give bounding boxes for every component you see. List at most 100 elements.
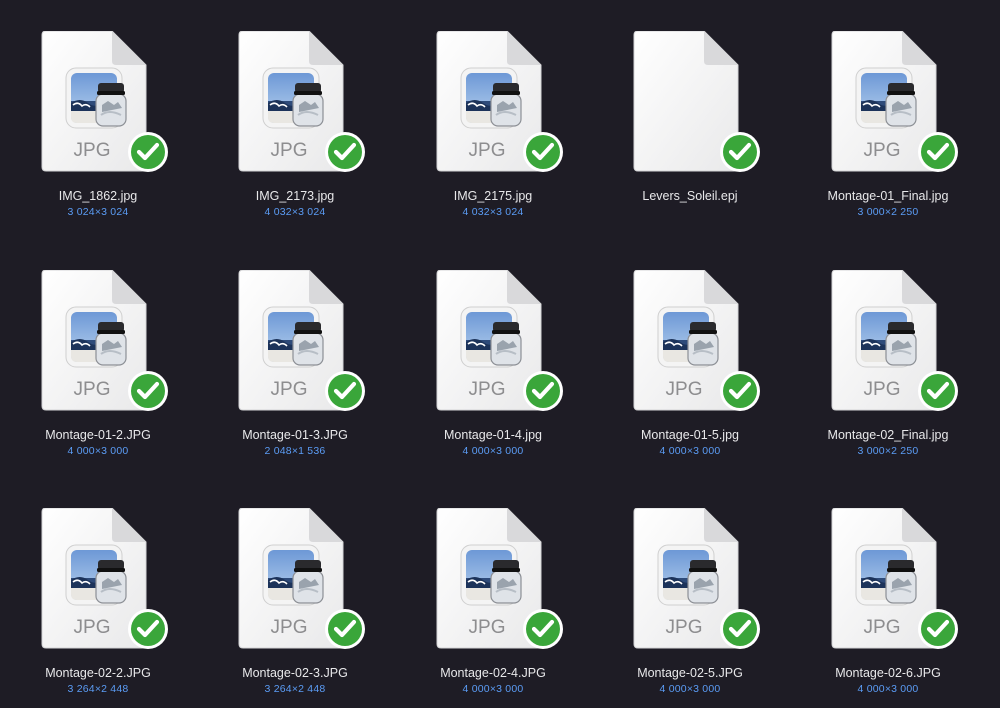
file-dimensions: 2 048×1 536 [264,445,326,457]
file-name[interactable]: IMG_2173.jpg [200,189,390,203]
preview-app-icon [657,544,719,606]
file-name[interactable]: Montage-02-5.JPG [595,666,785,680]
file-item[interactable]: JPG Montage-02-3.JPG 3 264×2 448 [200,507,390,708]
file-item[interactable]: JPG IMG_1862.jpg 3 024×3 024 [3,30,193,231]
preview-app-icon [65,544,127,606]
file-thumbnail[interactable] [632,30,764,173]
file-type-label: JPG [271,379,308,400]
file-thumbnail[interactable]: JPG [830,30,962,173]
file-thumbnail[interactable]: JPG [435,507,567,650]
magnifier-jar-icon [95,322,127,366]
file-type-label: JPG [271,617,308,638]
file-name[interactable]: Montage-01-2.JPG [3,428,193,442]
file-type-label: JPG [666,617,703,638]
file-item[interactable]: JPG Montage-01-4.jpg 4 000×3 000 [398,269,588,470]
file-name[interactable]: IMG_2175.jpg [398,189,588,203]
file-name[interactable]: Montage-02-2.JPG [3,666,193,680]
file-name[interactable]: Montage-02_Final.jpg [793,428,983,442]
file-thumbnail[interactable]: JPG [40,269,172,412]
file-thumbnail[interactable]: JPG [830,269,962,412]
file-name[interactable]: Montage-01_Final.jpg [793,189,983,203]
checkmark-badge-icon [918,609,958,649]
preview-app-icon [262,544,324,606]
file-item[interactable]: JPG Montage-02-4.JPG 4 000×3 000 [398,507,588,708]
file-item[interactable]: JPG Montage-01-2.JPG 4 000×3 000 [3,269,193,470]
file-item[interactable]: JPG Montage-01-3.JPG 2 048×1 536 [200,269,390,470]
file-type-label: JPG [74,617,111,638]
file-item[interactable]: JPG IMG_2175.jpg 4 032×3 024 [398,30,588,231]
file-dimensions: 3 024×3 024 [67,206,129,218]
file-thumbnail[interactable]: JPG [435,30,567,173]
file-item[interactable]: JPG Montage-01-5.jpg 4 000×3 000 [595,269,785,470]
file-name[interactable]: Montage-02-4.JPG [398,666,588,680]
magnifier-jar-icon [687,560,719,604]
preview-app-icon [657,306,719,368]
file-thumbnail[interactable]: JPG [237,269,369,412]
preview-app-icon [855,306,917,368]
file-type-label: JPG [864,617,901,638]
file-thumbnail[interactable]: JPG [40,507,172,650]
file-name[interactable]: Montage-02-3.JPG [200,666,390,680]
preview-app-icon [262,67,324,129]
file-item[interactable]: JPG IMG_2173.jpg 4 032×3 024 [200,30,390,231]
preview-app-icon [855,67,917,129]
magnifier-jar-icon [95,560,127,604]
file-type-label: JPG [74,379,111,400]
file-thumbnail[interactable]: JPG [830,507,962,650]
checkmark-badge-icon [523,371,563,411]
checkmark-badge-icon [128,609,168,649]
file-thumbnail[interactable]: JPG [237,30,369,173]
magnifier-jar-icon [490,322,522,366]
file-type-label: JPG [469,617,506,638]
checkmark-badge-icon [918,371,958,411]
checkmark-badge-icon [325,132,365,172]
preview-app-icon [460,306,522,368]
file-dimensions: 4 000×3 000 [659,445,721,457]
file-dimensions: 3 264×2 448 [67,683,129,695]
file-item[interactable]: JPG Montage-01_Final.jpg 3 000×2 250 [793,30,983,231]
file-type-label: JPG [864,140,901,161]
file-dimensions: 3 000×2 250 [857,206,919,218]
preview-app-icon [460,67,522,129]
file-name[interactable]: IMG_1862.jpg [3,189,193,203]
file-item[interactable]: JPG Montage-02_Final.jpg 3 000×2 250 [793,269,983,470]
checkmark-badge-icon [325,609,365,649]
file-thumbnail[interactable]: JPG [632,507,764,650]
file-name[interactable]: Levers_Soleil.epj [595,189,785,203]
preview-app-icon [65,67,127,129]
checkmark-badge-icon [325,371,365,411]
magnifier-jar-icon [687,322,719,366]
file-item[interactable]: JPG Montage-02-6.JPG 4 000×3 000 [793,507,983,708]
file-type-label: JPG [469,379,506,400]
checkmark-badge-icon [128,132,168,172]
magnifier-jar-icon [885,83,917,127]
preview-app-icon [65,306,127,368]
file-item[interactable]: JPG Montage-02-5.JPG 4 000×3 000 [595,507,785,708]
file-type-label: JPG [864,379,901,400]
file-type-label: JPG [469,140,506,161]
checkmark-badge-icon [918,132,958,172]
file-dimensions: 4 000×3 000 [659,683,721,695]
file-name[interactable]: Montage-01-3.JPG [200,428,390,442]
file-dimensions: 4 000×3 000 [67,445,129,457]
file-name[interactable]: Montage-01-4.jpg [398,428,588,442]
file-name[interactable]: Montage-02-6.JPG [793,666,983,680]
magnifier-jar-icon [885,560,917,604]
file-dimensions: 3 264×2 448 [264,683,326,695]
magnifier-jar-icon [95,83,127,127]
file-dimensions: 4 032×3 024 [462,206,524,218]
file-type-label: JPG [74,140,111,161]
magnifier-jar-icon [490,560,522,604]
file-thumbnail[interactable]: JPG [435,269,567,412]
file-name[interactable]: Montage-01-5.jpg [595,428,785,442]
file-dimensions: 4 000×3 000 [462,445,524,457]
file-dimensions: 4 032×3 024 [264,206,326,218]
file-thumbnail[interactable]: JPG [632,269,764,412]
preview-app-icon [855,544,917,606]
file-item[interactable]: Levers_Soleil.epj [595,30,785,231]
file-thumbnail[interactable]: JPG [237,507,369,650]
magnifier-jar-icon [292,322,324,366]
magnifier-jar-icon [885,322,917,366]
file-item[interactable]: JPG Montage-02-2.JPG 3 264×2 448 [3,507,193,708]
file-thumbnail[interactable]: JPG [40,30,172,173]
